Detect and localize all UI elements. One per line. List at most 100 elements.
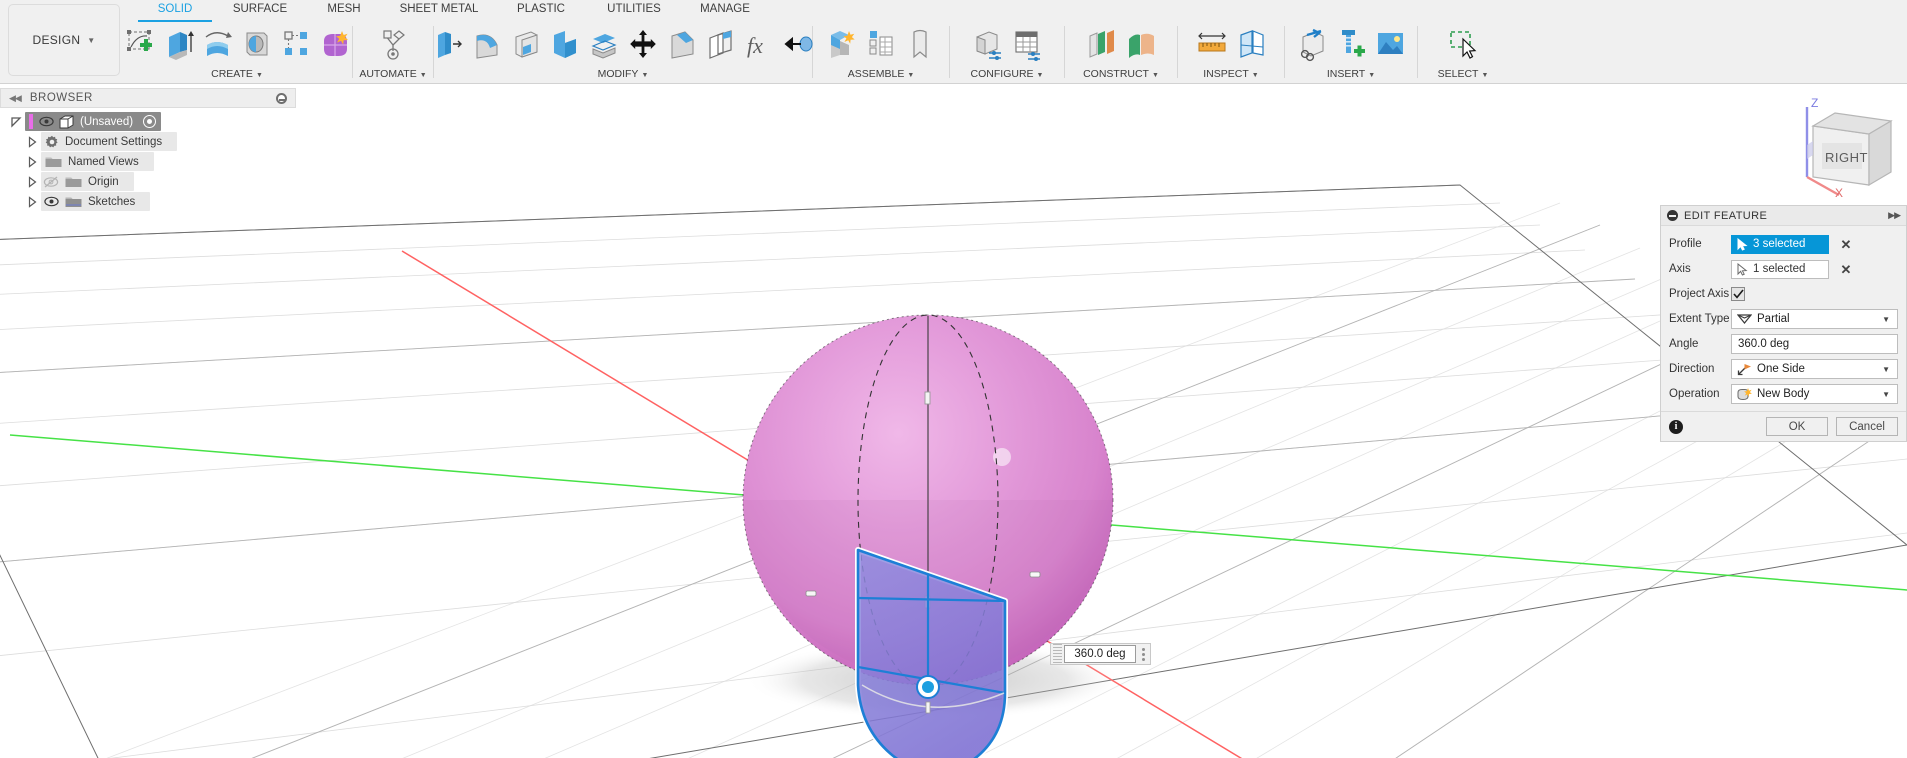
tree-item-unsaved[interactable]: (Unsaved) bbox=[0, 112, 296, 131]
project-axis-label: Project Axis bbox=[1669, 288, 1730, 300]
measure-icon[interactable] bbox=[1195, 27, 1229, 63]
panel-select-label[interactable]: SELECT ▼ bbox=[1438, 66, 1489, 82]
joint-icon[interactable] bbox=[864, 27, 898, 63]
tree-item-document-settings[interactable]: Document Settings bbox=[0, 132, 296, 151]
expand-arrow-icon[interactable] bbox=[26, 155, 38, 168]
configuration-table-icon[interactable] bbox=[1010, 27, 1044, 63]
minimize-icon[interactable] bbox=[276, 92, 287, 104]
kebab-menu-icon[interactable] bbox=[1136, 644, 1150, 664]
cancel-button[interactable]: Cancel bbox=[1836, 417, 1898, 436]
panel-assemble-label[interactable]: ASSEMBLE ▼ bbox=[848, 66, 915, 82]
chevron-down-icon: ▼ bbox=[1151, 72, 1159, 79]
minus-circle-icon[interactable] bbox=[1667, 210, 1678, 221]
angle-label: Angle bbox=[1669, 338, 1699, 350]
insert-derive-icon[interactable] bbox=[1295, 27, 1329, 63]
direction-dropdown[interactable]: One Side ▼ bbox=[1731, 359, 1898, 379]
project-axis-checkbox[interactable] bbox=[1731, 287, 1745, 301]
panel-inspect-label[interactable]: INSPECT ▼ bbox=[1203, 66, 1258, 82]
align-icon[interactable] bbox=[782, 27, 816, 63]
expand-right-icon[interactable]: ▶▶ bbox=[1888, 210, 1901, 221]
move-copy-icon[interactable] bbox=[626, 27, 660, 63]
axis-select-button[interactable]: 1 selected bbox=[1731, 259, 1829, 279]
offset-plane-icon[interactable] bbox=[1085, 27, 1119, 63]
panel-divider bbox=[1417, 26, 1418, 78]
ok-button[interactable]: OK bbox=[1766, 417, 1828, 436]
workspace-switcher-button[interactable]: DESIGN ▼ bbox=[8, 4, 120, 76]
tab-sheet-metal[interactable]: SHEET METAL bbox=[384, 0, 494, 20]
panel-construct-label[interactable]: CONSTRUCT ▼ bbox=[1083, 66, 1159, 82]
tab-manage[interactable]: MANAGE bbox=[680, 0, 770, 20]
replace-face-icon[interactable] bbox=[704, 27, 738, 63]
angle-manipulator-stem[interactable] bbox=[925, 701, 931, 714]
tree-item-named-views[interactable]: Named Views bbox=[0, 152, 296, 171]
document-icon bbox=[56, 115, 77, 129]
expand-arrow-icon[interactable] bbox=[26, 175, 38, 188]
direction-one-side-icon bbox=[1737, 363, 1751, 375]
automate-icon[interactable] bbox=[376, 27, 410, 63]
eye-visible-icon[interactable] bbox=[36, 116, 56, 127]
profile-select-button[interactable]: 3 selected bbox=[1731, 234, 1829, 254]
extent-type-dropdown[interactable]: Partial ▼ bbox=[1731, 309, 1898, 329]
offset-face-icon[interactable] bbox=[587, 27, 621, 63]
profile-clear-button[interactable]: ✕ bbox=[1839, 237, 1853, 251]
expand-arrow-icon[interactable] bbox=[10, 116, 22, 128]
shell-icon[interactable] bbox=[509, 27, 543, 63]
change-parameters-icon[interactable]: fx bbox=[743, 27, 777, 63]
row-axis: Axis 1 selected ✕ bbox=[1669, 257, 1898, 281]
operation-dropdown[interactable]: New Body ▼ bbox=[1731, 384, 1898, 404]
expand-arrow-icon[interactable] bbox=[26, 135, 38, 148]
select-window-icon[interactable] bbox=[1446, 27, 1480, 63]
activate-component-radio[interactable] bbox=[143, 115, 157, 128]
chamfer-icon[interactable] bbox=[665, 27, 699, 63]
press-pull-icon[interactable] bbox=[431, 27, 465, 63]
plane-at-angle-icon[interactable] bbox=[1124, 27, 1158, 63]
angle-manipulator-dot[interactable] bbox=[922, 681, 934, 693]
angle-input[interactable]: 360.0 deg bbox=[1731, 334, 1898, 354]
form-icon[interactable] bbox=[318, 27, 352, 63]
drag-grip-icon[interactable] bbox=[1053, 644, 1062, 664]
combine-icon[interactable] bbox=[548, 27, 582, 63]
new-component-icon[interactable] bbox=[825, 27, 859, 63]
collapse-left-icon[interactable]: ◀◀ bbox=[9, 93, 22, 104]
tree-item-origin[interactable]: Origin bbox=[0, 172, 296, 191]
tab-plastic[interactable]: PLASTIC bbox=[494, 0, 588, 20]
axis-clear-button[interactable]: ✕ bbox=[1839, 262, 1853, 276]
panel-automate-label[interactable]: AUTOMATE ▼ bbox=[359, 66, 426, 82]
rigid-group-icon[interactable] bbox=[903, 27, 937, 63]
configuration-icon[interactable] bbox=[971, 27, 1005, 63]
section-analysis-icon[interactable] bbox=[1234, 27, 1268, 63]
angle-dimension-value[interactable]: 360.0 deg bbox=[1064, 645, 1136, 663]
panel-divider bbox=[1177, 26, 1178, 78]
revolve-icon[interactable] bbox=[201, 27, 235, 63]
chevron-down-icon: ▼ bbox=[1882, 364, 1890, 374]
panel-select: SELECT ▼ bbox=[1422, 22, 1504, 84]
fillet-icon[interactable] bbox=[470, 27, 504, 63]
expand-arrow-icon[interactable] bbox=[26, 195, 38, 208]
axis-handle[interactable] bbox=[924, 391, 931, 405]
panel-configure-label[interactable]: CONFIGURE ▼ bbox=[971, 66, 1044, 82]
new-sketch-icon[interactable] bbox=[123, 27, 157, 63]
sweep-icon[interactable] bbox=[240, 27, 274, 63]
tab-utilities[interactable]: UTILITIES bbox=[588, 0, 680, 20]
insert-canvas-icon[interactable] bbox=[1373, 27, 1407, 63]
pattern-icon[interactable] bbox=[279, 27, 313, 63]
info-icon[interactable]: i bbox=[1669, 419, 1683, 434]
view-cube[interactable]: Z X RIGHT bbox=[1773, 93, 1895, 201]
eye-hidden-icon[interactable] bbox=[41, 176, 61, 188]
angle-dimension-editor[interactable]: 360.0 deg bbox=[1050, 643, 1151, 665]
eye-visible-icon[interactable] bbox=[41, 196, 61, 207]
tab-utilities-label: UTILITIES bbox=[607, 3, 661, 15]
edit-feature-body: Profile 3 selected ✕ Axis 1 selected ✕ P… bbox=[1661, 226, 1906, 411]
insert-mcmaster-icon[interactable] bbox=[1334, 27, 1368, 63]
edit-feature-dialog[interactable]: EDIT FEATURE ▶▶ Profile 3 selected ✕ Axi… bbox=[1660, 205, 1907, 442]
extrude-icon[interactable] bbox=[162, 27, 196, 63]
gear-icon bbox=[41, 135, 62, 149]
tab-mesh[interactable]: MESH bbox=[304, 0, 384, 20]
panel-create-label[interactable]: CREATE ▼ bbox=[211, 66, 263, 82]
panel-insert-label[interactable]: INSERT ▼ bbox=[1327, 66, 1375, 82]
tree-item-sketches[interactable]: Sketches bbox=[0, 192, 296, 211]
panel-modify-label[interactable]: MODIFY ▼ bbox=[598, 66, 649, 82]
tab-solid[interactable]: SOLID bbox=[134, 0, 216, 22]
tab-surface[interactable]: SURFACE bbox=[216, 0, 304, 20]
view-cube-graphic: Z X RIGHT bbox=[1805, 96, 1893, 200]
